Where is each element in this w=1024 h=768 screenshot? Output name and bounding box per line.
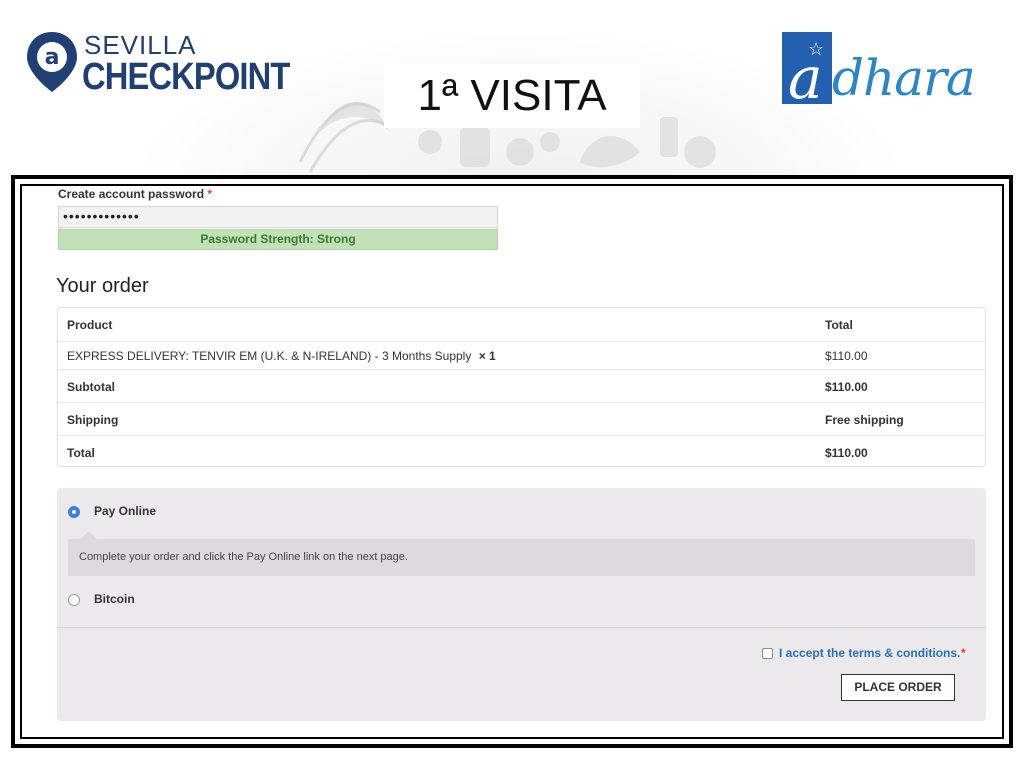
subtotal-label: Subtotal [67,380,115,394]
terms-checkbox[interactable] [762,648,773,659]
total-value: $110.00 [825,446,868,460]
total-label: Total [67,446,95,460]
pay-online-radio[interactable] [68,506,80,518]
description-arrow [81,531,97,539]
logo-initial: a [788,44,823,112]
pay-online-description: Complete your order and click the Pay On… [68,539,975,576]
checkout-page: Create account password * ••••••••••••• … [22,186,1002,737]
table-row: EXPRESS DELIVERY: TENVIR EM (U.K. & N-IR… [58,341,985,369]
svg-text:a: a [45,45,60,70]
slide-title: 1ª VISITA [384,64,640,128]
shipping-value: Free shipping [825,413,904,427]
password-input[interactable]: ••••••••••••• [58,206,498,228]
screenshot-frame: Create account password * ••••••••••••• … [11,175,1013,748]
shipping-row: Shipping Free shipping [58,402,985,435]
location-pin-icon: a [27,32,77,92]
adhara-logo: ☆ a dhara [780,30,992,112]
bitcoin-label[interactable]: Bitcoin [94,592,135,606]
subtotal-value: $110.00 [825,380,868,394]
item-quantity: × 1 [478,349,496,363]
item-product-name: EXPRESS DELIVERY: TENVIR EM (U.K. & N-IR… [67,349,472,363]
item-total: $110.00 [825,349,868,363]
total-row: Total $110.00 [58,435,985,467]
password-label-text: Create account password [58,187,205,201]
logo-checkpoint-text: CHECKPOINT [82,56,290,98]
order-table: Product Total EXPRESS DELIVERY: TENVIR E… [57,307,986,467]
shipping-label: Shipping [67,413,119,427]
password-label: Create account password * [58,187,212,201]
logo-sevilla-text: SEVILLA [84,30,197,60]
logo-text: dhara [832,49,976,107]
screenshot-inner: Create account password * ••••••••••••• … [20,184,1004,739]
header-total: Total [825,318,853,332]
required-marker: * [207,187,213,201]
subtotal-row: Subtotal $110.00 [58,369,985,402]
sevilla-checkpoint-logo: a SEVILLA CHECKPOINT [24,28,294,98]
payment-methods: Pay Online Complete your order and click… [57,488,986,721]
payment-divider [57,627,986,628]
order-header-row: Product Total [58,308,985,341]
pay-online-label[interactable]: Pay Online [94,504,156,518]
terms-link[interactable]: I accept the terms & conditions. [779,646,960,660]
terms-required-marker: * [961,646,966,660]
place-order-button[interactable]: PLACE ORDER [841,674,955,701]
header-product: Product [67,318,113,332]
password-strength-meter: Password Strength: Strong [58,229,498,250]
item-product: EXPRESS DELIVERY: TENVIR EM (U.K. & N-IR… [67,349,496,363]
your-order-heading: Your order [56,275,149,297]
bitcoin-radio[interactable] [68,594,80,606]
